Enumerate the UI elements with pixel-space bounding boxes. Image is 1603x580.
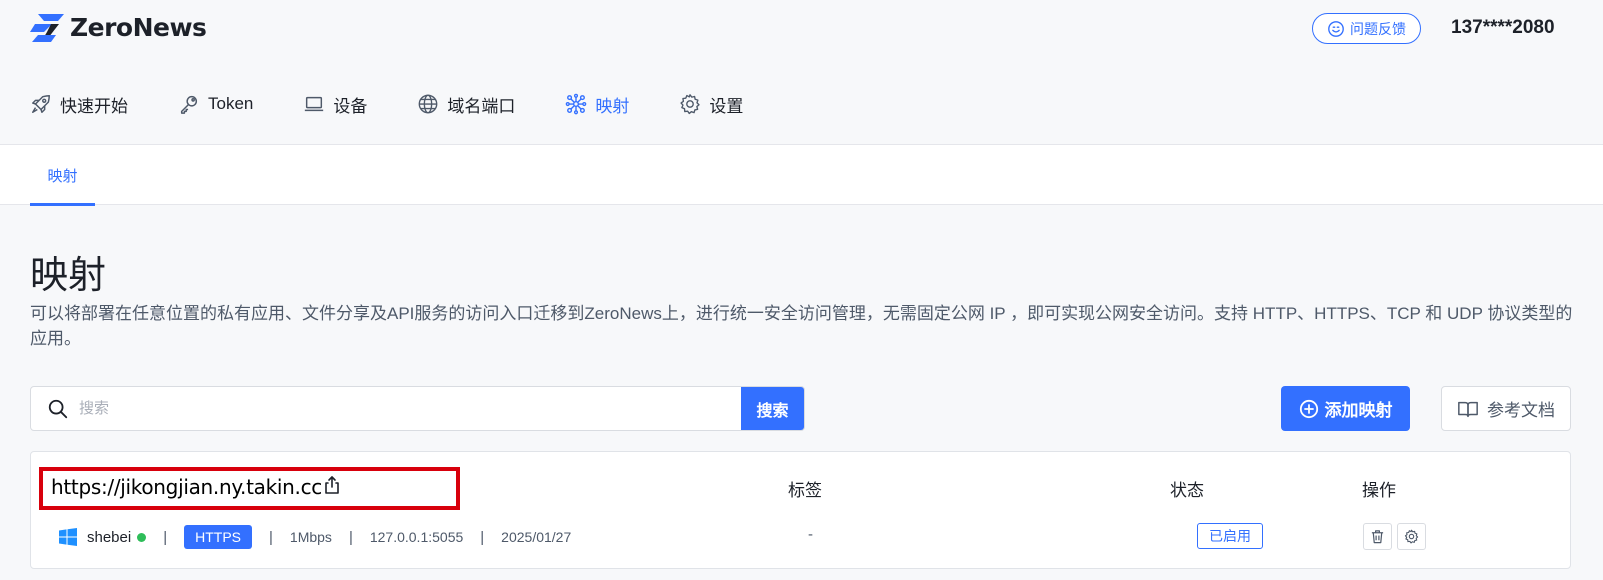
- settings-button[interactable]: [1397, 523, 1426, 550]
- mapping-url[interactable]: https://jikongjian.ny.takin.cc: [51, 475, 322, 499]
- zeronews-logo-icon: [30, 13, 64, 42]
- nav-item-quickstart[interactable]: 快速开始: [30, 92, 128, 117]
- status-badge: 已启用: [1197, 523, 1263, 549]
- plus-circle-icon: [1299, 399, 1318, 418]
- column-header-status: 状态: [1170, 481, 1204, 500]
- delete-button[interactable]: [1363, 523, 1392, 550]
- brand-name: ZeroNews: [70, 13, 207, 42]
- protocol-badge: HTTPS: [184, 525, 252, 549]
- reference-docs-button[interactable]: 参考文档: [1441, 386, 1571, 431]
- top-header: ZeroNews 问题反馈 137****2080: [0, 0, 1603, 58]
- divider: |: [269, 528, 273, 546]
- gear-icon: [1404, 529, 1419, 544]
- page-description: 可以将部署在任意位置的私有应用、文件分享及API服务的访问入口迁移到ZeroNe…: [30, 304, 1573, 348]
- tags-value: -: [808, 526, 813, 543]
- nav-item-token[interactable]: Token: [178, 93, 253, 115]
- globe-icon: [418, 94, 438, 114]
- search-icon: [48, 399, 68, 418]
- sub-tab-bar: 映射: [0, 144, 1603, 206]
- network-icon: [566, 93, 587, 115]
- page-title: 映射: [30, 255, 107, 297]
- mapping-card: https://jikongjian.ny.takin.cc 标签 状态 操作 …: [30, 451, 1571, 569]
- search-bar: 搜索: [30, 386, 805, 431]
- reference-docs-label: 参考文档: [1487, 401, 1555, 420]
- gear-icon: [680, 94, 701, 115]
- windows-icon: [59, 528, 77, 546]
- share-icon[interactable]: [323, 475, 341, 495]
- local-address: 127.0.0.1:5055: [369, 529, 464, 545]
- bandwidth: 1Mbps: [289, 529, 332, 545]
- smile-icon: [1328, 20, 1344, 37]
- divider: |: [480, 528, 485, 546]
- user-account[interactable]: 137****2080: [1451, 17, 1555, 39]
- feedback-button[interactable]: 问题反馈: [1312, 13, 1421, 44]
- column-header-tags: 标签: [788, 481, 822, 500]
- nav-item-devices[interactable]: 设备: [303, 92, 367, 117]
- created-date: 2025/01/27: [501, 529, 572, 545]
- tab-mappings[interactable]: 映射: [30, 145, 95, 206]
- key-icon: [180, 95, 198, 114]
- nav-label-mappings: 映射: [595, 96, 630, 116]
- nav-label-token: Token: [208, 94, 254, 113]
- nav-item-mappings[interactable]: 映射: [565, 92, 629, 117]
- nav-label-settings: 设置: [709, 96, 744, 116]
- trash-icon: [1371, 530, 1384, 544]
- nav-item-domain-ports[interactable]: 域名端口: [417, 92, 515, 117]
- device-name[interactable]: shebei: [87, 529, 131, 546]
- search-button[interactable]: 搜索: [741, 387, 804, 430]
- nav-item-settings[interactable]: 设置: [679, 92, 743, 117]
- nav-label-devices: 设备: [333, 96, 368, 116]
- nav-label-domain-ports: 域名端口: [447, 96, 516, 116]
- add-mapping-label: 添加映射: [1324, 401, 1393, 420]
- add-mapping-button[interactable]: 添加映射: [1281, 386, 1410, 431]
- book-open-icon: [1458, 401, 1478, 417]
- rocket-icon: [32, 95, 50, 113]
- online-status-dot: [137, 532, 147, 542]
- divider: |: [348, 528, 353, 546]
- nav-label-quickstart: 快速开始: [60, 96, 128, 116]
- main-nav: 快速开始 Token 设备 域名端口 映射 设置: [30, 86, 793, 122]
- column-header-actions: 操作: [1362, 481, 1396, 500]
- divider: |: [163, 528, 168, 546]
- brand-logo[interactable]: ZeroNews: [30, 13, 207, 42]
- search-input[interactable]: [79, 387, 741, 430]
- feedback-label: 问题反馈: [1350, 20, 1406, 37]
- laptop-icon: [305, 96, 324, 112]
- mapping-details: shebei | HTTPS | 1Mbps | 127.0.0.1:5055 …: [59, 524, 571, 550]
